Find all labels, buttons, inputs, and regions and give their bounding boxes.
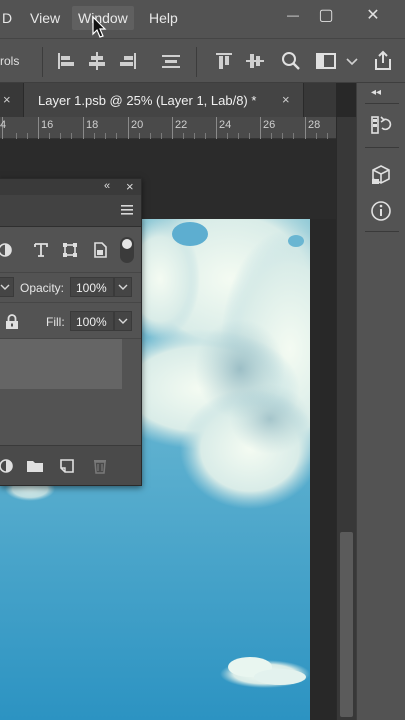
tab-active-document[interactable]: Layer 1.psb @ 25% (Layer 1, Lab/8) * ×	[24, 83, 304, 117]
layer-filter-row	[0, 227, 141, 273]
info-icon	[371, 201, 391, 221]
horizontal-ruler[interactable]: 4 16 18 20 22 24 26 28	[0, 117, 336, 139]
lock-fill-row: Fill: 100%	[0, 303, 141, 339]
menu-item-help[interactable]: Help	[149, 10, 178, 26]
chevron-down-icon	[118, 318, 128, 324]
workspace-switcher-icon[interactable]	[314, 49, 338, 73]
menu-item-partial[interactable]: D	[2, 10, 12, 26]
tab-close-icon[interactable]: ×	[3, 92, 11, 107]
adjustment-layer-icon[interactable]	[0, 458, 18, 474]
align-horizontal-centers-icon[interactable]	[85, 49, 109, 73]
dock-divider	[365, 103, 399, 104]
ruler-label: 16	[41, 119, 54, 131]
minimize-button[interactable]: —	[279, 4, 307, 26]
chevron-down-icon	[0, 284, 9, 290]
fill-dropdown[interactable]	[114, 311, 132, 331]
ruler-label: 28	[308, 119, 321, 131]
menu-item-view[interactable]: View	[30, 10, 60, 26]
maximize-button[interactable]: ▢	[312, 4, 340, 26]
document-tab-bar: × Layer 1.psb @ 25% (Layer 1, Lab/8) * ×	[0, 83, 336, 117]
history-icon	[371, 116, 392, 134]
layers-panel: « × Opacity: 100% Fill: 100%	[0, 178, 142, 486]
scrollbar-thumb[interactable]	[340, 532, 353, 717]
align-right-edges-icon[interactable]	[116, 49, 140, 73]
tab-close-icon[interactable]: ×	[282, 92, 290, 107]
menu-bar: D View Window Help — ▢ ✕	[0, 0, 405, 38]
tab-previous-document[interactable]: ×	[0, 83, 24, 117]
options-divider	[42, 47, 43, 77]
dock-divider	[365, 231, 399, 232]
layers-panel-footer	[0, 445, 141, 485]
align-vertical-centers-icon[interactable]	[243, 49, 267, 73]
ruler-tick	[216, 117, 217, 139]
filter-toggle-icon[interactable]	[120, 237, 134, 263]
search-icon[interactable]	[279, 49, 303, 73]
tab-label: Layer 1.psb @ 25% (Layer 1, Lab/8) *	[38, 93, 257, 108]
fill-field[interactable]: 100%	[70, 311, 114, 331]
ruler-tick	[305, 117, 306, 139]
3d-cube-icon	[372, 165, 390, 184]
ruler-tick	[83, 117, 84, 139]
ruler-tick	[260, 117, 261, 139]
panel-title-bar[interactable]: « ×	[0, 179, 141, 195]
new-layer-icon[interactable]	[58, 458, 76, 474]
ruler-label: 18	[86, 119, 99, 131]
ruler-label: 24	[219, 119, 232, 131]
ruler-tick	[172, 117, 173, 139]
align-top-edges-icon[interactable]	[212, 49, 236, 73]
close-window-button[interactable]: ✕	[356, 4, 390, 26]
ruler-tick	[38, 117, 39, 139]
panel-menu-icon[interactable]	[121, 205, 133, 215]
mouse-cursor-icon	[92, 16, 107, 38]
distribute-icon[interactable]	[159, 49, 183, 73]
minimize-icon: —	[287, 8, 299, 22]
collapse-dock-icon[interactable]: ◂◂	[371, 87, 381, 98]
trash-icon[interactable]	[91, 458, 109, 474]
collapse-panel-icon[interactable]: «	[104, 180, 110, 192]
layer-row-selected[interactable]	[0, 339, 122, 389]
shape-filter-icon[interactable]	[61, 241, 79, 259]
share-icon[interactable]	[371, 49, 395, 73]
blend-opacity-row: Opacity: 100%	[0, 273, 141, 303]
ruler-label: 22	[175, 119, 188, 131]
info-panel-button[interactable]	[367, 197, 395, 225]
chevron-down-icon	[118, 284, 128, 290]
lock-all-icon[interactable]	[5, 314, 19, 330]
blend-mode-dropdown[interactable]	[0, 277, 14, 297]
close-panel-icon[interactable]: ×	[126, 179, 134, 194]
close-icon: ✕	[366, 7, 380, 24]
ruler-label: 4	[0, 119, 7, 131]
dock-divider	[365, 147, 399, 148]
options-divider	[196, 47, 197, 77]
options-bar: rols	[0, 38, 405, 83]
adjustment-filter-icon[interactable]	[0, 242, 14, 258]
opacity-field[interactable]: 100%	[70, 277, 114, 297]
group-folder-icon[interactable]	[26, 458, 44, 474]
opacity-dropdown[interactable]	[114, 277, 132, 297]
history-panel-button[interactable]	[367, 111, 395, 139]
3d-panel-button[interactable]	[367, 161, 395, 189]
align-left-edges-icon[interactable]	[54, 49, 78, 73]
type-filter-icon[interactable]	[32, 241, 50, 259]
vertical-scrollbar[interactable]	[336, 117, 356, 720]
opacity-label: Opacity:	[20, 281, 65, 295]
show-transform-controls-label[interactable]: rols	[0, 54, 19, 68]
fill-label: Fill:	[46, 315, 65, 329]
ruler-label: 26	[263, 119, 276, 131]
maximize-icon: ▢	[318, 7, 334, 24]
chevron-down-icon[interactable]	[344, 49, 360, 73]
smart-object-filter-icon[interactable]	[92, 241, 108, 259]
panel-tab-strip	[0, 195, 141, 227]
ruler-label: 20	[131, 119, 144, 131]
ruler-tick	[128, 117, 129, 139]
right-panel-dock: ◂◂	[356, 83, 405, 720]
